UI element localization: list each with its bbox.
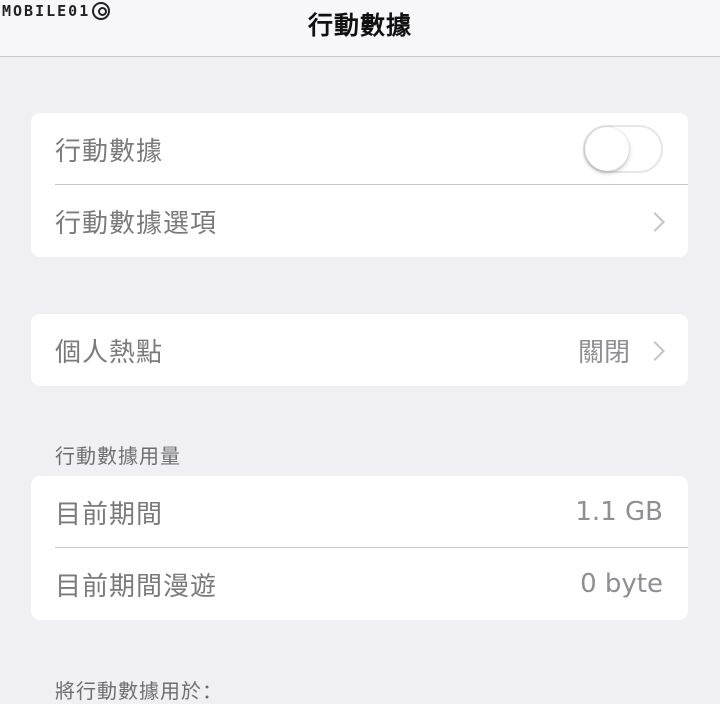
current-roaming-row: 目前期間漫遊 0 byte	[31, 548, 688, 620]
page-title: 行動數據	[307, 11, 412, 40]
toggle-knob	[585, 127, 629, 171]
usage-section-header: 行動數據用量	[55, 444, 181, 468]
current-period-row: 目前期間 1.1 GB	[31, 476, 688, 548]
personal-hotspot-row[interactable]: 個人熱點 關閉	[31, 314, 688, 386]
cellular-data-options-row[interactable]: 行動數據選項	[31, 185, 688, 257]
cellular-data-label: 行動數據	[55, 136, 164, 167]
cellular-data-group: 行動數據 行動數據選項	[31, 113, 688, 257]
current-roaming-label: 目前期間漫遊	[55, 571, 218, 602]
cellular-data-toggle[interactable]	[583, 125, 663, 173]
current-period-value: 1.1 GB	[575, 497, 663, 527]
navigation-bar: MOBILE01 行動數據	[0, 0, 720, 57]
cellular-data-options-label: 行動數據選項	[55, 208, 218, 239]
chevron-right-icon	[645, 341, 665, 361]
usage-group: 目前期間 1.1 GB 目前期間漫遊 0 byte	[31, 476, 688, 620]
personal-hotspot-label: 個人熱點	[55, 337, 164, 368]
personal-hotspot-status: 關閉	[577, 337, 630, 368]
current-roaming-value: 0 byte	[580, 569, 663, 599]
current-period-label: 目前期間	[55, 499, 164, 530]
personal-hotspot-group: 個人熱點 關閉	[31, 314, 688, 386]
chevron-right-icon	[645, 212, 665, 232]
cellular-data-toggle-row[interactable]: 行動數據	[31, 113, 688, 185]
